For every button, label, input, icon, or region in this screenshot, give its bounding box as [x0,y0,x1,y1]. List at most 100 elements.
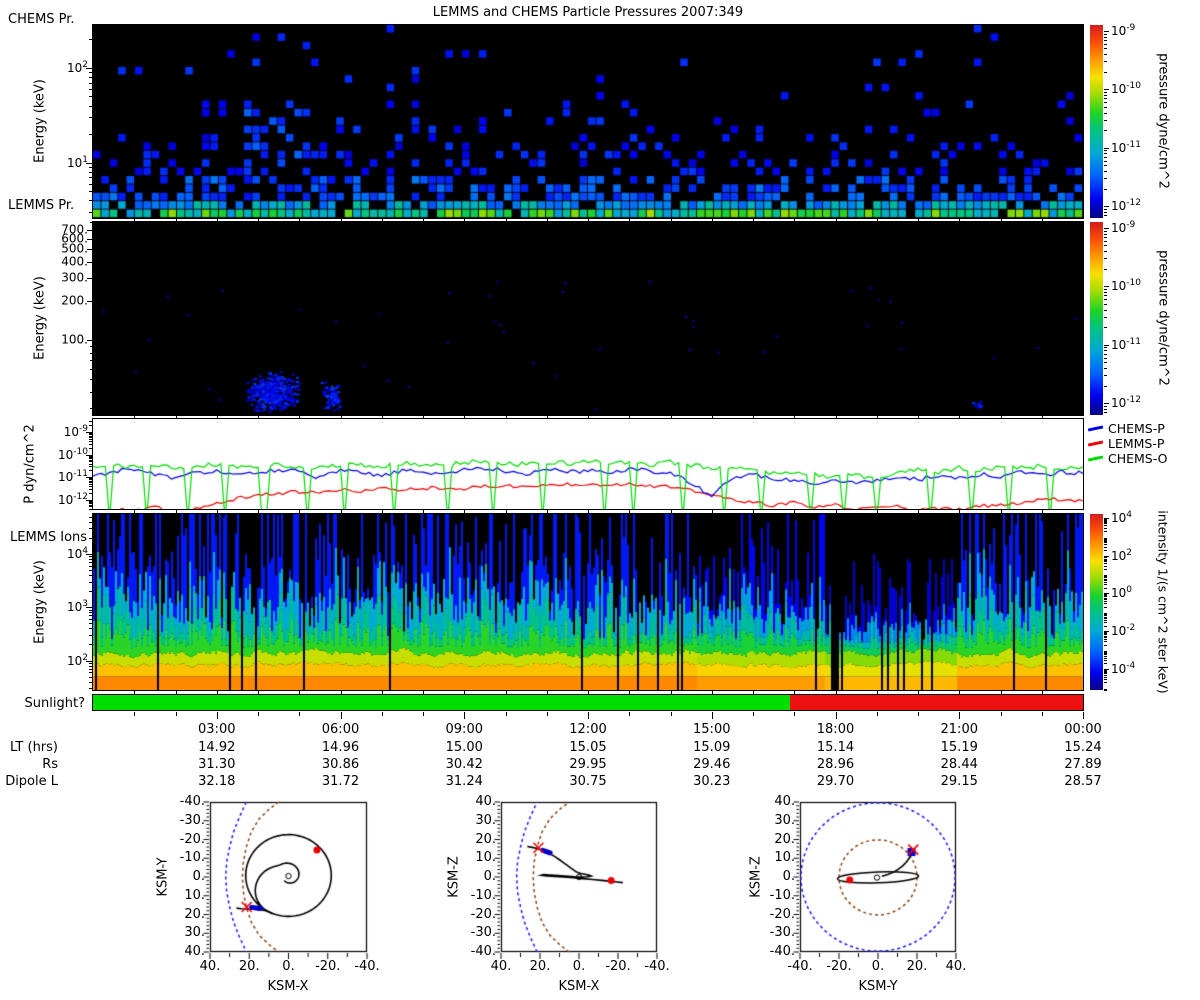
y-minor-tick [89,644,92,646]
y-minor-tick [89,183,92,185]
rs-value: 27.89 [1064,757,1102,772]
time-tick [959,712,961,719]
colorbar-minor-tick [1104,523,1107,525]
x-minor-tick [464,510,466,513]
colorbar-minor-tick [1104,584,1107,586]
colorbar-minor-tick [1104,362,1107,364]
colorbar-minor-tick [1104,618,1107,620]
colorbar-minor-tick [1104,303,1107,305]
y-tick-label: 300. [61,270,88,285]
colorbar-minor-tick [1104,575,1107,577]
y-tick-label: 200. [61,293,88,308]
colorbar-minor-tick [1104,674,1107,676]
x-minor-tick [464,691,466,694]
colorbar-minor-tick [1104,568,1107,570]
colorbar-minor-tick [1104,633,1107,635]
dipole-value: 31.24 [445,774,483,789]
time-label: 00:00 [1064,722,1102,737]
row-label-dipole-l: Dipole L [5,774,58,789]
y-major-tick [86,499,92,501]
y-minor-tick [89,615,92,617]
lemms-ions-spectrogram [92,513,1084,691]
colorbar-minor-tick [1104,211,1107,213]
dipole-value: 30.23 [693,774,731,789]
colorbar-minor-tick [1104,638,1107,640]
y-major-tick [86,607,92,609]
colorbar-minor-tick [1104,215,1107,217]
x-minor-tick [216,691,218,694]
y-major-tick [87,261,92,263]
x-minor-tick [299,510,301,513]
y-minor-tick [89,628,92,630]
y-minor-tick [89,565,92,567]
y-minor-tick [89,134,92,136]
colorbar-minor-tick [1104,150,1107,152]
time-tick [340,712,342,719]
colorbar-minor-tick [1104,549,1107,551]
y-minor-tick [89,470,92,472]
x-minor-tick [711,691,713,694]
colorbar-minor-tick [1104,520,1107,522]
row-label-lt: LT (hrs) [9,740,58,755]
colorbar-minor-tick [1104,178,1107,180]
orbit-plot-ksmy-ksmz [786,794,960,968]
x-minor-tick [835,510,837,513]
panel-label-chems-pr: CHEMS Pr. [8,12,75,27]
y-major-tick [86,660,92,662]
y-major-tick [86,454,92,456]
orbit2-y-title: KSM-Z [748,856,764,898]
lt-value: 14.96 [321,740,360,755]
y-minor-tick [89,434,92,436]
y-minor-tick [89,619,92,621]
colorbar-major-tick [1104,147,1109,149]
colorbar-major-tick [1104,89,1109,91]
y-major-tick [87,229,92,231]
colorbar-minor-tick [1104,527,1107,529]
y-axis-label-energy-1: Energy (keV) [32,79,48,163]
y-minor-tick [89,480,92,482]
lt-value: 15.05 [569,740,607,755]
x-minor-tick [423,510,424,513]
colorbar-tick-label: 10-12 [1111,395,1141,411]
y-minor-tick [89,459,92,461]
x-minor-tick [959,510,961,513]
colorbar-minor-tick [1104,519,1107,521]
colorbar-minor-tick [1104,156,1107,158]
rs-value: 29.46 [693,757,731,772]
y-minor-tick [89,688,92,690]
y-minor-tick [89,528,92,530]
colorbar-minor-tick [1104,625,1107,627]
colorbar-minor-tick [1104,576,1107,578]
y-minor-tick [89,521,92,523]
colorbar-major-tick [1104,286,1109,288]
y-minor-tick [89,88,92,90]
intensity-colorbar [1090,514,1103,690]
colorbar-minor-tick [1104,130,1107,132]
colorbar-minor-tick [1104,594,1107,596]
y-minor-tick [89,200,92,202]
y-minor-tick [89,681,92,683]
lt-value: 15.19 [940,740,978,755]
colorbar-minor-tick [1104,614,1107,616]
y-minor-tick [89,421,92,423]
colorbar-minor-tick [1104,375,1107,377]
colorbar-minor-tick [1104,33,1107,35]
colorbar-minor-tick [1104,679,1107,681]
colorbar-minor-tick [1104,616,1107,618]
colorbar-minor-tick [1104,644,1107,646]
colorbar-minor-tick [1104,546,1107,548]
orbit-plot-ksmx-ksmy [196,794,371,968]
colorbar-minor-tick [1104,309,1107,311]
lemms-pressure-spectrogram [92,221,1084,416]
colorbar-minor-tick [1104,657,1107,659]
x-minor-tick [1000,510,1002,513]
colorbar-tick-label: 10-2 [1111,623,1136,639]
colorbar-minor-tick [1104,112,1107,114]
colorbar-minor-tick [1104,556,1107,558]
time-tick [1000,712,1002,716]
pressure-line-plot [92,418,1084,510]
y-major-tick [87,248,92,250]
time-tick [546,712,548,716]
time-tick [299,712,301,716]
y-minor-tick [89,482,92,484]
